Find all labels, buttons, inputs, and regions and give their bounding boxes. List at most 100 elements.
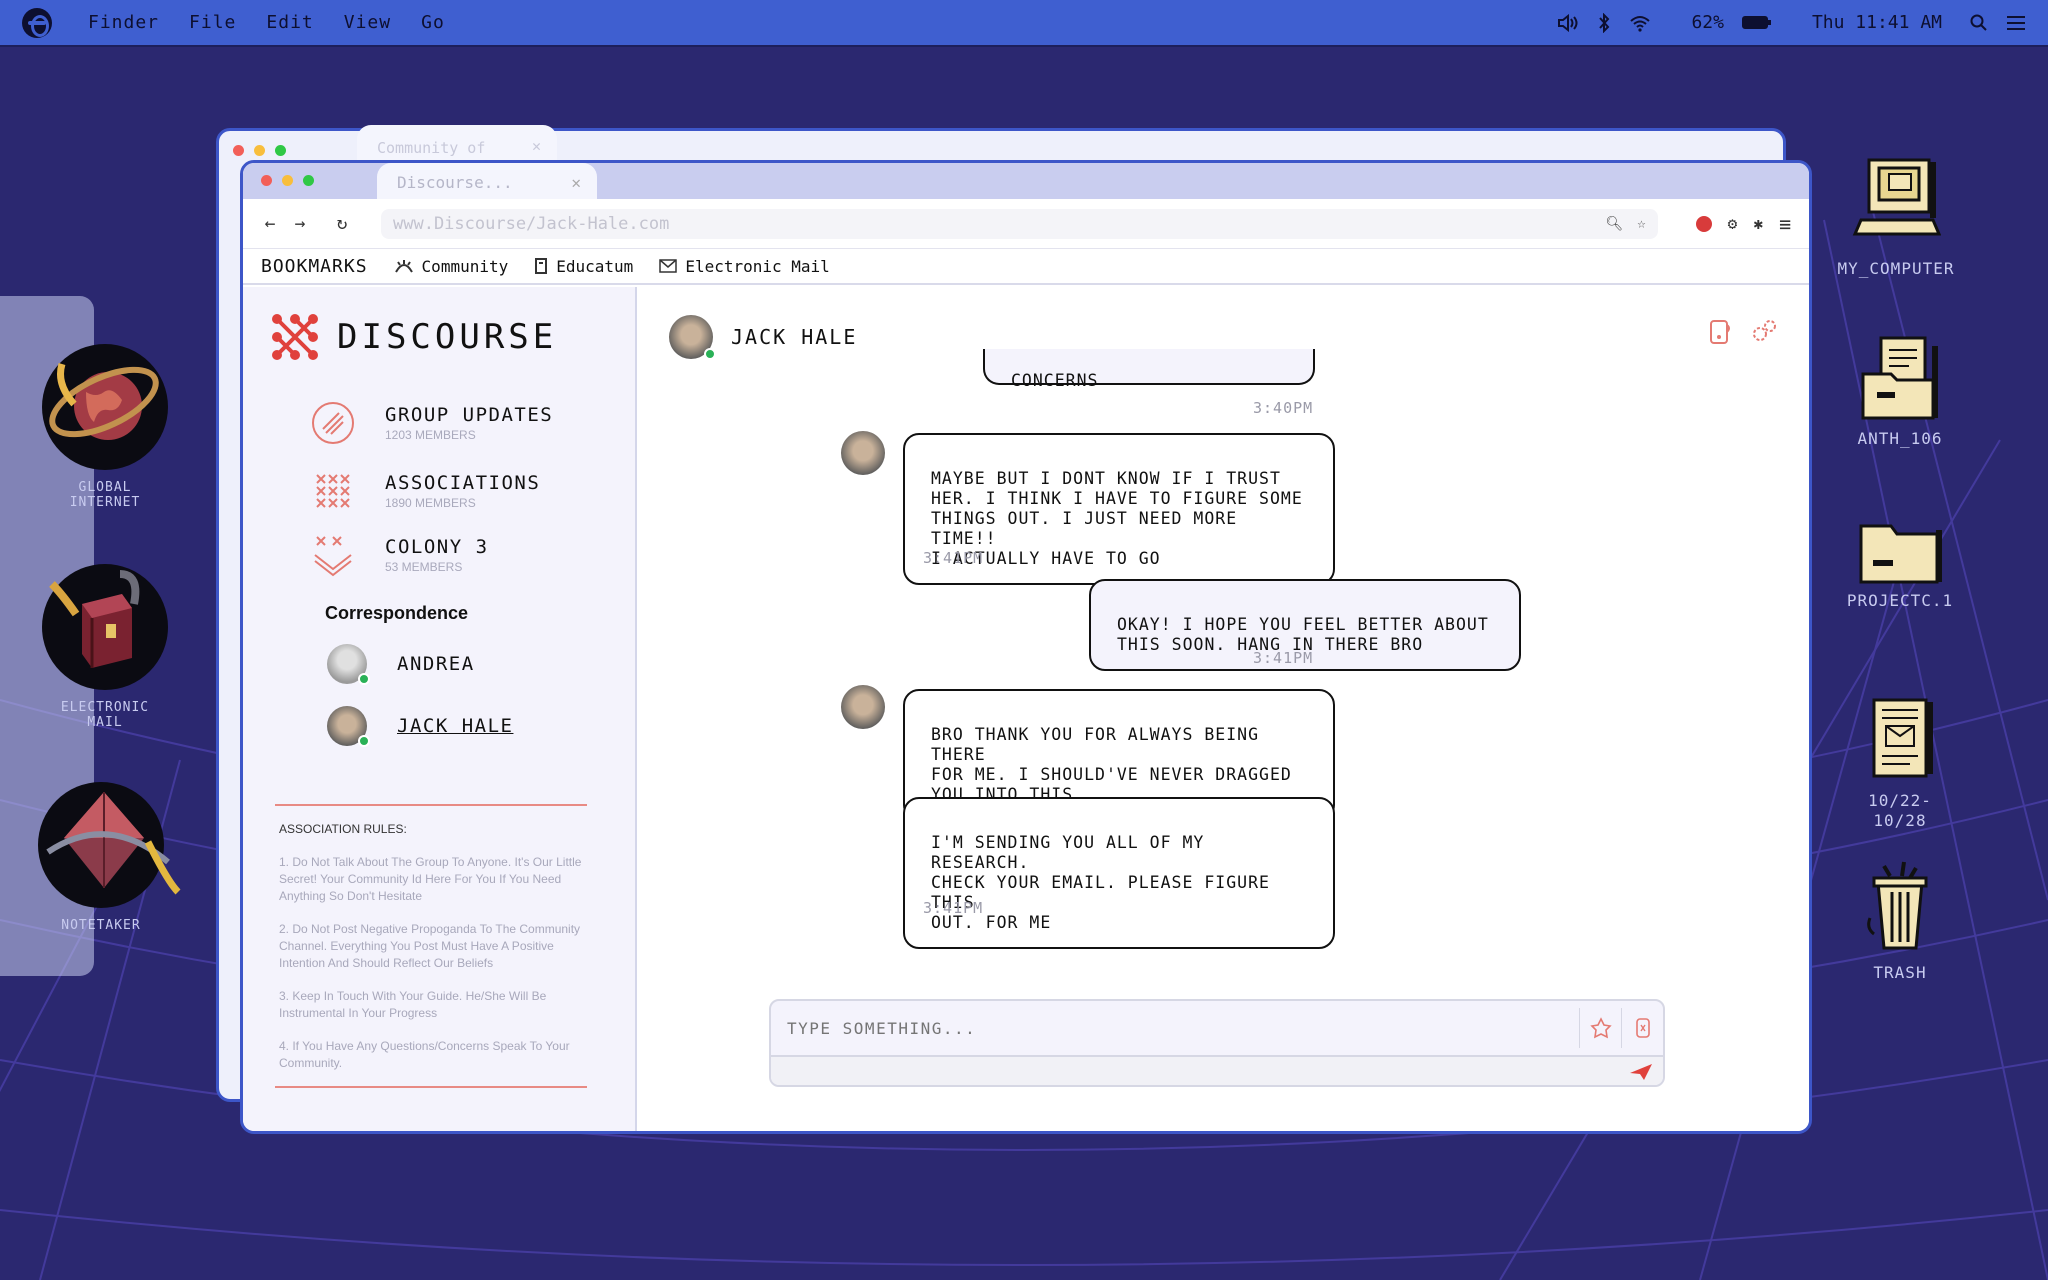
desktop-icon-trash[interactable]: TRASH [1830,858,1970,983]
zoom-icon[interactable]: 🔍︎ [1605,216,1623,232]
discourse-logo-icon [272,314,318,360]
tab-strip: Discourse... ✕ [243,163,1809,199]
desktop-icon-label: MY_COMPUTER [1837,259,1955,278]
desktop-icon-10-22[interactable]: 10/22- 10/28 [1830,676,1970,851]
menu-finder[interactable]: Finder [88,12,159,33]
online-indicator [358,673,370,685]
close-icon[interactable]: ✕ [532,137,541,155]
computer-icon [1852,158,1942,236]
close-button[interactable] [233,145,244,156]
tab-discourse[interactable]: Discourse... ✕ [377,163,597,199]
message-timestamp: 3:40PM [1253,399,1314,417]
dock-item-notetaker[interactable]: NOTETAKER [36,782,181,933]
attachment-button[interactable] [1579,1008,1621,1048]
browser-window[interactable]: Discourse... ✕ ← → ↻ www.Discourse/Jack-… [240,160,1812,1134]
menu-view[interactable]: View [344,12,391,33]
phone-icon[interactable] [1705,317,1735,347]
menu-file[interactable]: File [189,12,236,33]
group-item-updates[interactable]: GROUP UPDATES 1203 MEMBERS [311,401,635,445]
association-rules: ASSOCIATION RULES: 1. Do Not Talk About … [275,804,587,1088]
folder-icon [1859,524,1942,584]
address-toolbar: ← → ↻ www.Discourse/Jack-Hale.com 🔍︎ ☆ ⚙… [243,199,1809,249]
rule-item: 1. Do Not Talk About The Group To Anyone… [279,855,582,903]
chat-panel: JACK HALE CONCERNS 3:40PM MAYBE BUT I DO… [637,287,1809,1131]
window-controls [233,145,286,156]
mail-icon [659,259,678,273]
maximize-button[interactable] [275,145,286,156]
minimize-button[interactable] [282,175,293,186]
desktop-icon-my-computer[interactable]: MY_COMPUTER [1826,154,1966,279]
window-controls [261,175,314,186]
desktop-icon-label: 10/22- 10/28 [1868,791,1932,830]
message-timestamp: 3:41PM [923,549,984,567]
send-icon[interactable] [1629,1063,1653,1081]
bookmark-label: Electronic Mail [685,256,830,276]
message-timestamp: 3:41PM [1253,649,1314,667]
contact-andrea[interactable]: ANDREA [327,644,635,685]
desktop-icon-anth-106[interactable]: ANTH_106 [1830,334,1970,449]
forward-arrow-icon[interactable]: → [291,213,309,234]
online-indicator [358,735,370,747]
dock-item-label: GLOBAL INTERNET [69,480,141,510]
group-item-colony-3[interactable]: COLONY 3 53 MEMBERS [311,533,635,577]
message-text: MAYBE BUT I DONT KNOW IF I TRUST HER. I … [931,469,1303,568]
message-bubble-received: I'M SENDING YOU ALL OF MY RESEARCH. CHEC… [903,797,1335,949]
group-members: 53 MEMBERS [385,560,463,574]
bluetooth-icon[interactable] [1597,12,1611,33]
settings-gears-icon[interactable] [1749,317,1779,347]
close-icon[interactable]: ✕ [571,173,581,199]
system-logo-icon[interactable] [22,7,52,38]
minimize-button[interactable] [254,145,265,156]
extension-badge-icon[interactable] [1695,215,1712,232]
composer-footer [771,1057,1663,1085]
chat-header: JACK HALE [669,315,857,360]
message-text: I'M SENDING YOU ALL OF MY RESEARCH. CHEC… [931,833,1270,932]
volume-icon[interactable] [1557,13,1579,32]
voice-button[interactable] [1621,1008,1663,1048]
search-icon[interactable] [1970,14,1988,32]
mailbox-icon [42,564,168,690]
menu-go[interactable]: Go [421,12,445,33]
battery-icon[interactable] [1741,16,1771,29]
desktop-icon-projectc[interactable]: PROJECTC.1 [1830,516,1970,611]
contact-jack-hale[interactable]: JACK HALE [327,706,635,747]
group-members: 1890 MEMBERS [385,496,476,510]
document-icon [1872,698,1933,778]
group-item-associations[interactable]: ASSOCIATIONS 1890 MEMBERS [311,469,635,513]
group-name: COLONY 3 [385,536,489,558]
puzzle-icon[interactable]: ✱ [1753,214,1763,233]
battery-percentage: 62% [1691,12,1724,33]
bookmark-educatum[interactable]: Educatum [534,257,633,276]
avatar [327,706,370,747]
close-button[interactable] [261,175,272,186]
back-arrow-icon[interactable]: ← [261,213,279,234]
bookmark-label: Educatum [556,256,634,276]
clock[interactable]: Thu 11:41 AM [1812,12,1942,33]
url-bar[interactable]: www.Discourse/Jack-Hale.com 🔍︎ ☆ [381,208,1658,239]
menu-edit[interactable]: Edit [266,12,313,33]
maximize-button[interactable] [303,175,314,186]
message-text: BRO THANK YOU FOR ALWAYS BEING THERE FOR… [931,725,1292,804]
menu-list-icon[interactable] [2006,15,2026,31]
dock-item-label: NOTETAKER [61,918,141,933]
globe-icon [42,344,168,470]
avatar [841,685,885,729]
star-icon[interactable]: ☆ [1637,216,1645,232]
bookmark-community[interactable]: Community [394,257,508,276]
url-text: www.Discourse/Jack-Hale.com [393,213,670,234]
dock-item-electronic-mail[interactable]: ELECTRONIC MAIL [40,564,170,730]
dock-item-global-internet[interactable]: GLOBAL INTERNET [40,344,170,510]
bookmark-electronic-mail[interactable]: Electronic Mail [659,257,830,276]
desktop-icon-label: TRASH [1873,963,1927,982]
reload-icon[interactable]: ↻ [333,213,351,234]
message-input[interactable] [787,1018,1579,1038]
menu-bar: Finder File Edit View Go 62% Thu 11:41 A… [0,0,2048,47]
trash-icon [1867,861,1928,950]
gear-icon[interactable]: ⚙ [1728,214,1738,233]
desktop-icon-label: PROJECTC.1 [1846,591,1954,610]
wifi-icon[interactable] [1629,14,1651,32]
bookmarks-bar: BOOKMARKS Community Educatum Electronic … [243,249,1809,285]
page-content: DISCOURSE GROUP UPDATES 1203 MEMBERS ASS… [243,287,1809,1131]
bookmarks-label: BOOKMARKS [261,255,368,277]
hamburger-menu-icon[interactable]: ≡ [1779,212,1791,236]
